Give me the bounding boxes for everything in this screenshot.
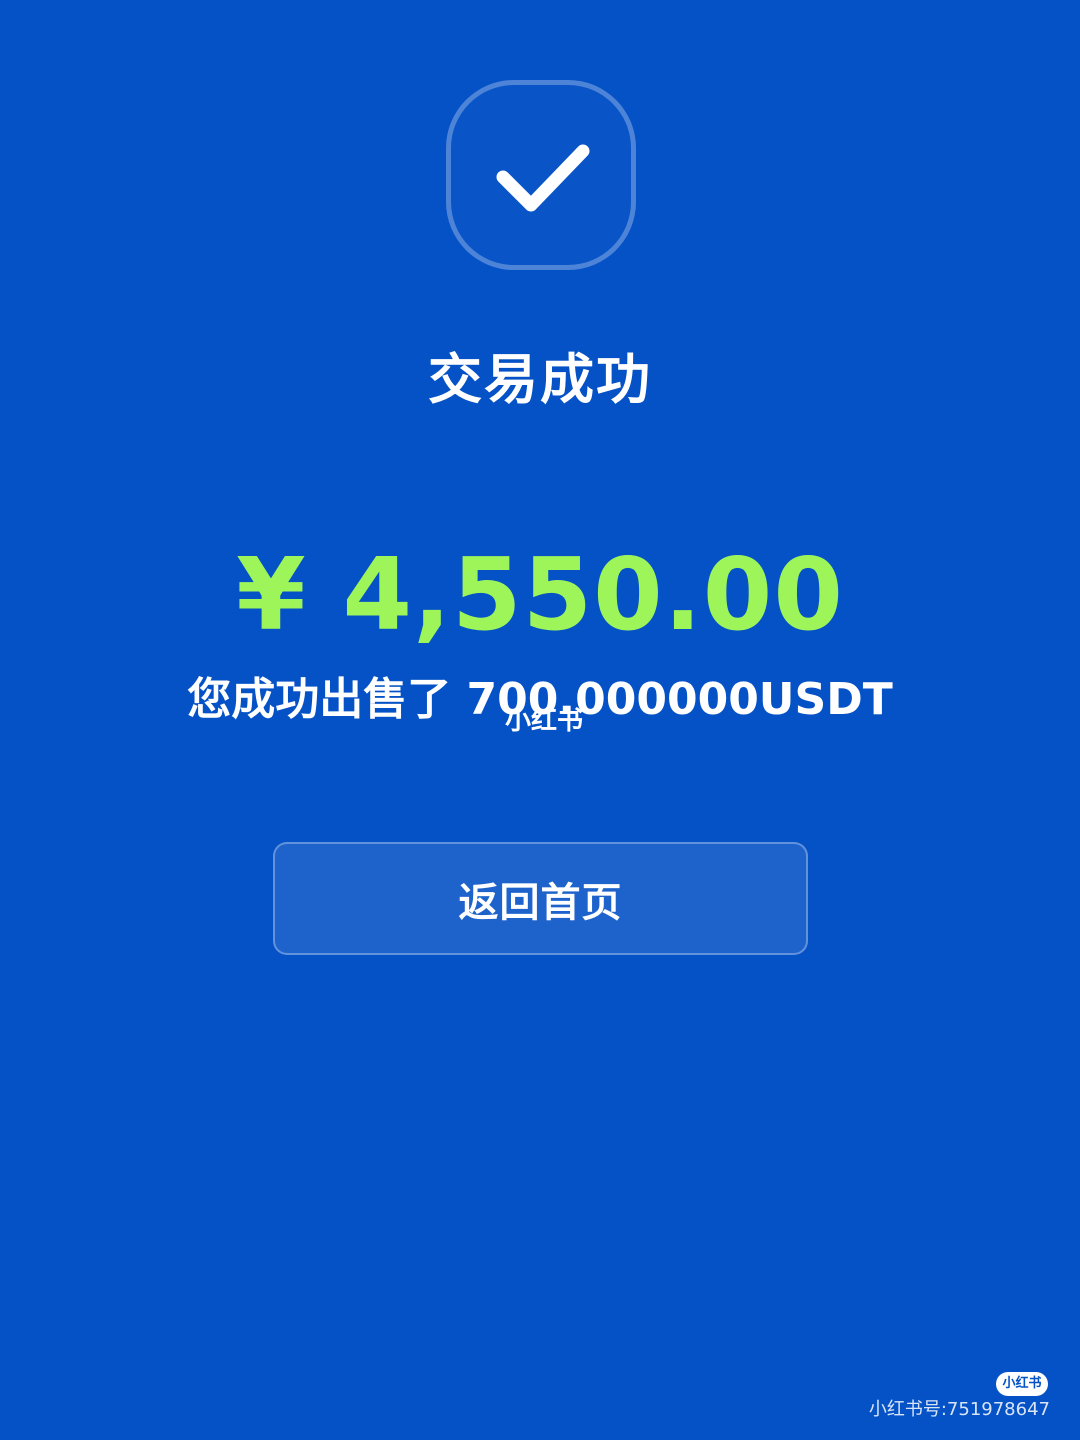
- check-icon: [496, 144, 590, 212]
- watermark-account-id: 小红书号:751978647: [868, 1399, 1050, 1420]
- back-home-button[interactable]: 返回首页: [273, 842, 808, 955]
- watermark-center-text: 小红书: [505, 706, 584, 736]
- status-title: 交易成功: [428, 348, 652, 411]
- back-home-label: 返回首页: [458, 879, 623, 926]
- watermark-logo: 小红书: [996, 1372, 1048, 1396]
- transaction-amount: ¥ 4,550.00: [236, 536, 844, 653]
- success-badge: [446, 80, 636, 270]
- watermark-logo-text: 小红书: [1002, 1376, 1042, 1391]
